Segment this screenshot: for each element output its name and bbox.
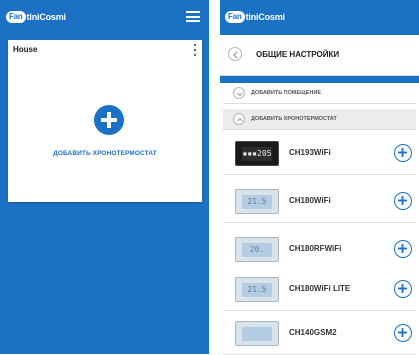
thermostat-display: 21.5 — [247, 197, 267, 206]
logo-badge: Fan — [6, 11, 26, 23]
add-device-button[interactable] — [394, 240, 412, 258]
plus-circle-icon — [398, 328, 407, 337]
logo-badge: Fan — [225, 11, 245, 23]
add-thermostat-row[interactable]: ДОБАВИТЬ ХРОНОТЕРМОСТАТ — [223, 109, 416, 130]
add-device-button[interactable] — [394, 144, 412, 162]
chevron-up-icon — [233, 113, 245, 125]
device-row-ch180rfwifi[interactable]: 20. CH180RFWiFi — [223, 230, 416, 271]
add-device-button[interactable] — [394, 192, 412, 210]
thermostat-display: 20. — [249, 245, 265, 254]
add-thermostat-label: ДОБАВИТЬ ХРОНОТЕРМОСТАТ — [251, 116, 337, 122]
chevron-down-icon — [233, 87, 245, 99]
device-row-ch193wifi[interactable]: ▪▪▪205 CH193WiFi — [223, 134, 416, 175]
home-screen: Fan tiniCosmi House ДОБАВИТЬ ХРОНОТЕРМОС… — [0, 0, 209, 354]
device-name: CH180RFWiFi — [289, 244, 342, 253]
add-thermostat-label[interactable]: ДОБАВИТЬ ХРОНОТЕРМОСТАТ — [8, 150, 202, 157]
device-name: CH140GSM2 — [289, 328, 337, 337]
device-name: CH193WiFi — [289, 148, 331, 157]
house-card: House ДОБАВИТЬ ХРОНОТЕРМОСТАТ — [8, 40, 202, 202]
thermostat-image: 20. — [235, 237, 279, 262]
add-room-label: ДОБАВИТЬ ПОМЕЩЕНИЕ — [251, 90, 322, 96]
thermostat-image: 21.5 — [235, 277, 279, 302]
device-row-ch180wifi-lite[interactable]: 21.5 CH180WiFi LITE — [223, 270, 416, 311]
plus-circle-icon — [398, 148, 407, 157]
card-title: House — [13, 45, 38, 54]
section-divider — [220, 76, 419, 83]
thermostat-image — [235, 321, 279, 346]
back-button[interactable] — [228, 47, 242, 61]
settings-panel: ОБЩИЕ НАСТРОЙКИ ДОБАВИТЬ ПОМЕЩЕНИЕ ДОБАВ… — [220, 35, 419, 355]
device-row-ch180wifi[interactable]: 21.5 CH180WiFi — [223, 182, 416, 223]
settings-header: ОБЩИЕ НАСТРОЙКИ — [220, 35, 419, 76]
plus-circle-icon — [398, 284, 407, 293]
plus-icon — [101, 112, 117, 128]
app-header: Fan tiniCosmi — [0, 0, 209, 32]
device-row-ch140gsm2[interactable]: CH140GSM2 — [223, 314, 416, 355]
plus-circle-icon — [398, 244, 407, 253]
chevron-left-icon — [233, 51, 238, 59]
fantini-cosmi-logo: Fan tiniCosmi — [6, 10, 66, 24]
thermostat-image: 21.5 — [235, 189, 279, 214]
plus-circle-icon — [398, 196, 407, 205]
add-device-button[interactable] — [394, 324, 412, 342]
device-name: CH180WiFi LITE — [289, 284, 351, 293]
hamburger-menu-icon[interactable] — [186, 11, 200, 22]
device-name: CH180WiFi — [289, 196, 331, 205]
thermostat-display: 21.5 — [247, 285, 267, 294]
page-title: ОБЩИЕ НАСТРОЙКИ — [256, 50, 340, 59]
add-thermostat-button[interactable] — [94, 105, 124, 135]
settings-screen: Fan tiniCosmi ОБЩИЕ НАСТРОЙКИ ДОБАВИТЬ П… — [220, 0, 419, 355]
kebab-menu-icon[interactable] — [193, 44, 197, 56]
fantini-cosmi-logo: Fan tiniCosmi — [225, 10, 285, 24]
add-device-button[interactable] — [394, 280, 412, 298]
add-room-row[interactable]: ДОБАВИТЬ ПОМЕЩЕНИЕ — [223, 83, 416, 104]
thermostat-image: ▪▪▪205 — [235, 141, 279, 166]
thermostat-display: ▪▪▪205 — [242, 149, 272, 158]
logo-text: tiniCosmi — [245, 12, 285, 22]
logo-text: tiniCosmi — [26, 12, 66, 22]
